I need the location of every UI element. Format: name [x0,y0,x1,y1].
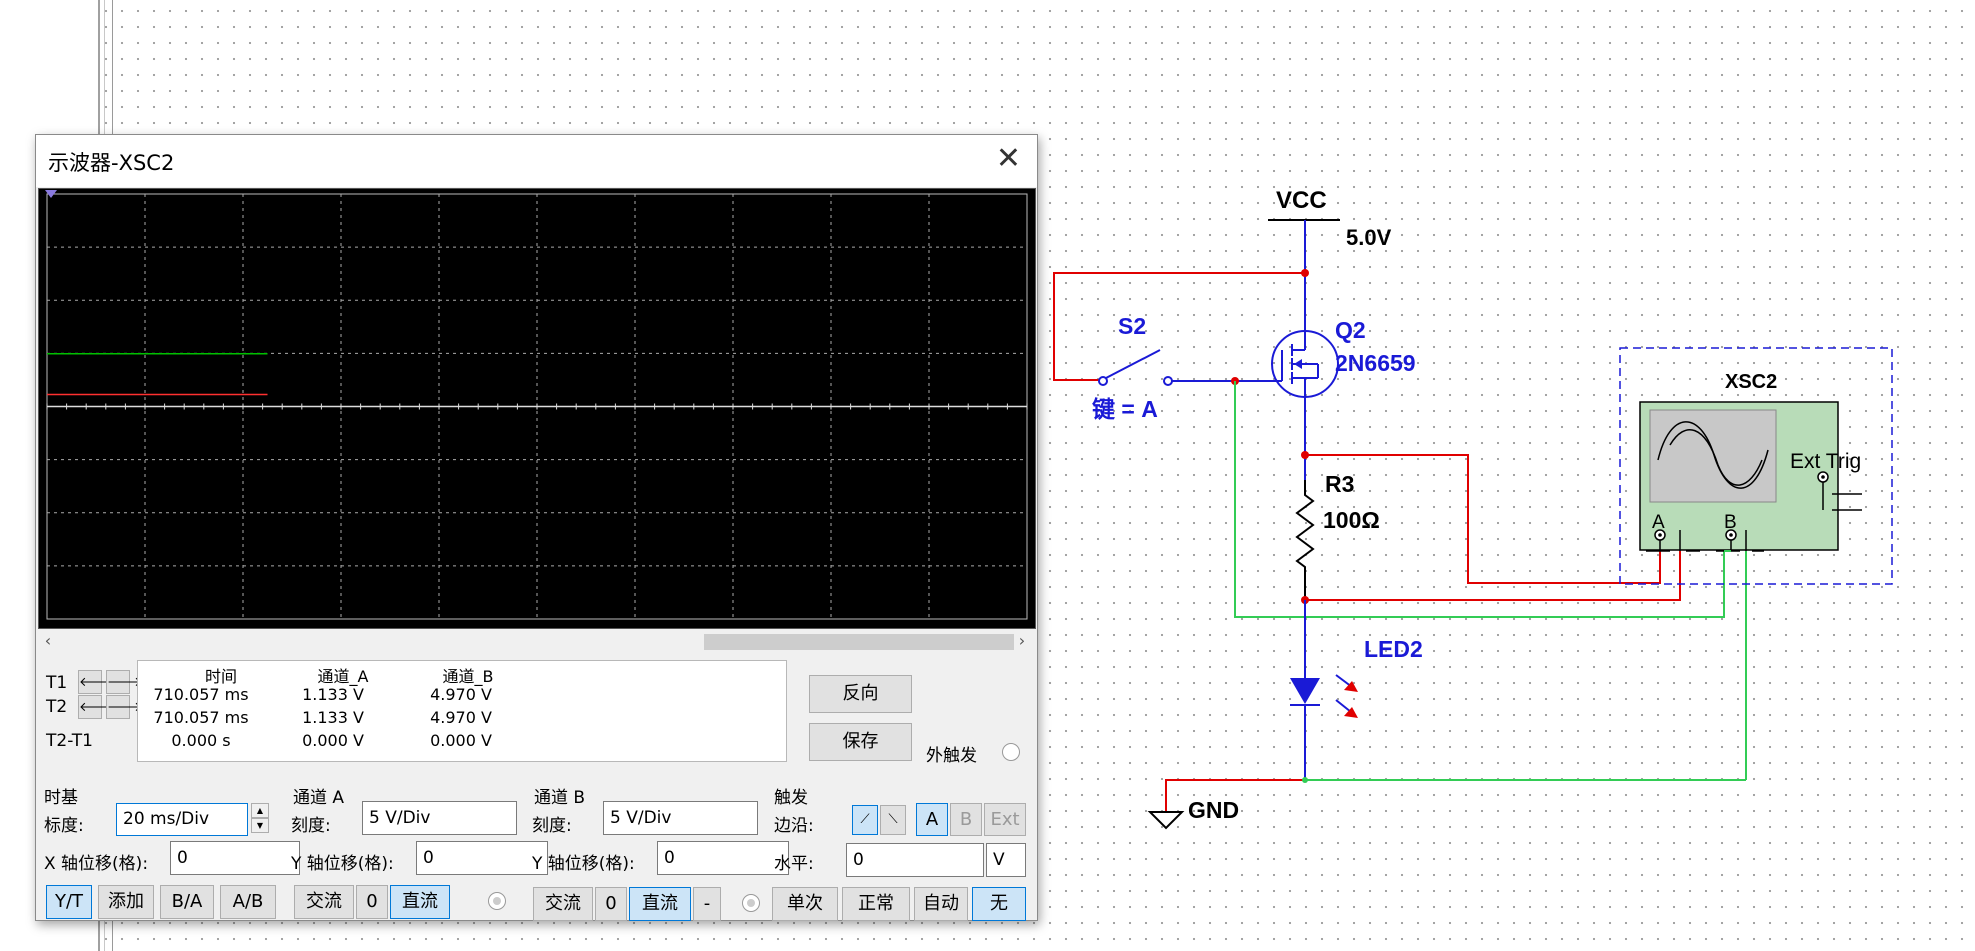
reverse-button[interactable]: 反向 [809,675,912,713]
mode-yt-button[interactable]: Y/T [46,885,92,919]
channel-b-dc-button[interactable]: 直流 [629,887,691,921]
channel-b-radio[interactable] [742,894,760,912]
trigger-source-ext-button[interactable]: Ext [984,803,1026,836]
channel-b-ypos-input[interactable]: 0 [657,841,789,875]
gnd-label: GND [1188,797,1239,823]
channel-a-scale-input[interactable]: 5 V/Div [362,801,517,835]
t1-right-button[interactable]: 🡒 [106,670,142,694]
scroll-right-icon[interactable]: › [1012,631,1032,650]
trigger-auto-button[interactable]: 自动 [914,887,968,921]
mode-ba-button[interactable]: B/A [160,885,214,919]
scope-ext-trig: Ext Trig [1790,450,1861,473]
trigger-normal-button[interactable]: 正常 [842,887,910,921]
mode-ab-button[interactable]: A/B [220,885,276,919]
rising-edge-button[interactable]: ⟋ [852,805,878,835]
horizontal-scrollbar[interactable]: ‹ › [36,631,1036,653]
trigger-level-label: 水平: [774,854,814,874]
channel-a-ypos-input[interactable]: 0 [416,841,548,875]
channel-a-scale-label: 刻度: [291,816,331,836]
channel-a-title: 通道 A [293,788,345,808]
channel-a-ac-button[interactable]: 交流 [294,885,354,919]
channel-b-minus-button[interactable]: - [693,887,721,921]
t2-left-button[interactable]: 🡐 [78,695,114,719]
window-title: 示波器-XSC2 [48,151,175,175]
diff-channel-a: 0.000 V [302,731,364,750]
t2-channel-a: 1.133 V [302,708,364,727]
t1-channel-a: 1.133 V [302,685,364,704]
cursor-t2-label: T2 [46,697,68,717]
diff-time: 0.000 s [171,731,231,750]
window-titlebar[interactable]: 示波器-XSC2 ✕ [36,135,1037,187]
mode-add-button[interactable]: 添加 [98,885,154,919]
channel-a-zero-button[interactable]: 0 [356,885,388,919]
led-name: LED2 [1364,636,1423,662]
t1-left-button[interactable]: 🡐 [78,670,114,694]
timebase-spinner[interactable]: ▲ ▼ [251,803,269,835]
trigger-level-unit[interactable]: V [986,843,1026,877]
vcc-label: VCC [1276,187,1327,214]
trigger-source-b-button[interactable]: B [950,803,982,836]
falling-edge-button[interactable]: ⟍ [880,805,906,835]
t2-channel-b: 4.970 V [430,708,492,727]
t1-channel-b: 4.970 V [430,685,492,704]
mosfet-name: Q2 [1335,317,1366,343]
channel-a-radio[interactable] [488,892,506,910]
scrollbar-thumb[interactable] [704,634,1014,650]
vcc-value: 5.0V [1346,225,1392,250]
header-time: 时间 [204,667,237,686]
header-channel-a: 通道_A [317,667,369,686]
oscilloscope-window[interactable]: 示波器-XSC2 ✕ ‹ › T1 🡐 🡒 T2 🡐 🡒 T2-T1 时间 通道… [35,134,1038,921]
header-channel-b: 通道_B [442,667,494,686]
trigger-none-button[interactable]: 无 [972,887,1026,921]
resistor-value: 100Ω [1323,507,1380,533]
channel-b-scale-label: 刻度: [532,816,572,836]
trigger-single-button[interactable]: 单次 [772,887,838,921]
channel-a-dc-button[interactable]: 直流 [390,885,450,919]
scope-display[interactable] [38,188,1036,629]
measurement-table: 时间 通道_A 通道_B 710.057 ms 1.133 V 4.970 V … [137,660,787,762]
diff-channel-b: 0.000 V [430,731,492,750]
cursor-t1-label: T1 [46,673,68,693]
timebase-title: 时基 [44,788,78,808]
channel-a-ypos-label: Y 轴位移(格): [291,854,394,874]
switch-key: 键 = A [1092,396,1158,422]
t1-time: 710.057 ms [153,685,249,704]
t2-time: 710.057 ms [153,708,249,727]
channel-b-title: 通道 B [534,788,586,808]
switch-name: S2 [1118,313,1146,339]
channel-b-ac-button[interactable]: 交流 [533,887,593,921]
scope-grid [45,190,1028,620]
trigger-level-input[interactable]: 0 [846,843,984,877]
mosfet-model: 2N6659 [1335,350,1416,376]
timebase-scale-label: 标度: [44,816,84,836]
timebase-xpos-label: X 轴位移(格): [44,854,149,874]
channel-b-ypos-label: Y 轴位移(格): [532,854,635,874]
save-button[interactable]: 保存 [809,723,912,761]
channel-b-zero-button[interactable]: 0 [595,887,627,921]
timebase-xpos-input[interactable]: 0 [170,841,300,875]
scroll-left-icon[interactable]: ‹ [38,631,58,650]
ext-trigger-label: 外触发 [926,746,977,766]
ext-trigger-radio[interactable] [1002,743,1020,761]
trigger-edge-label: 边沿: [774,816,814,836]
resistor-name: R3 [1325,471,1354,497]
scope-name: XSC2 [1725,371,1777,393]
cursor-diff-label: T2-T1 [46,731,93,751]
close-icon[interactable]: ✕ [996,143,1021,175]
trigger-title: 触发 [774,788,808,808]
trigger-source-a-button[interactable]: A [916,803,948,836]
timebase-scale-input[interactable]: 20 ms/Div [116,803,248,836]
channel-b-scale-input[interactable]: 5 V/Div [603,801,758,835]
t2-right-button[interactable]: 🡒 [106,695,142,719]
